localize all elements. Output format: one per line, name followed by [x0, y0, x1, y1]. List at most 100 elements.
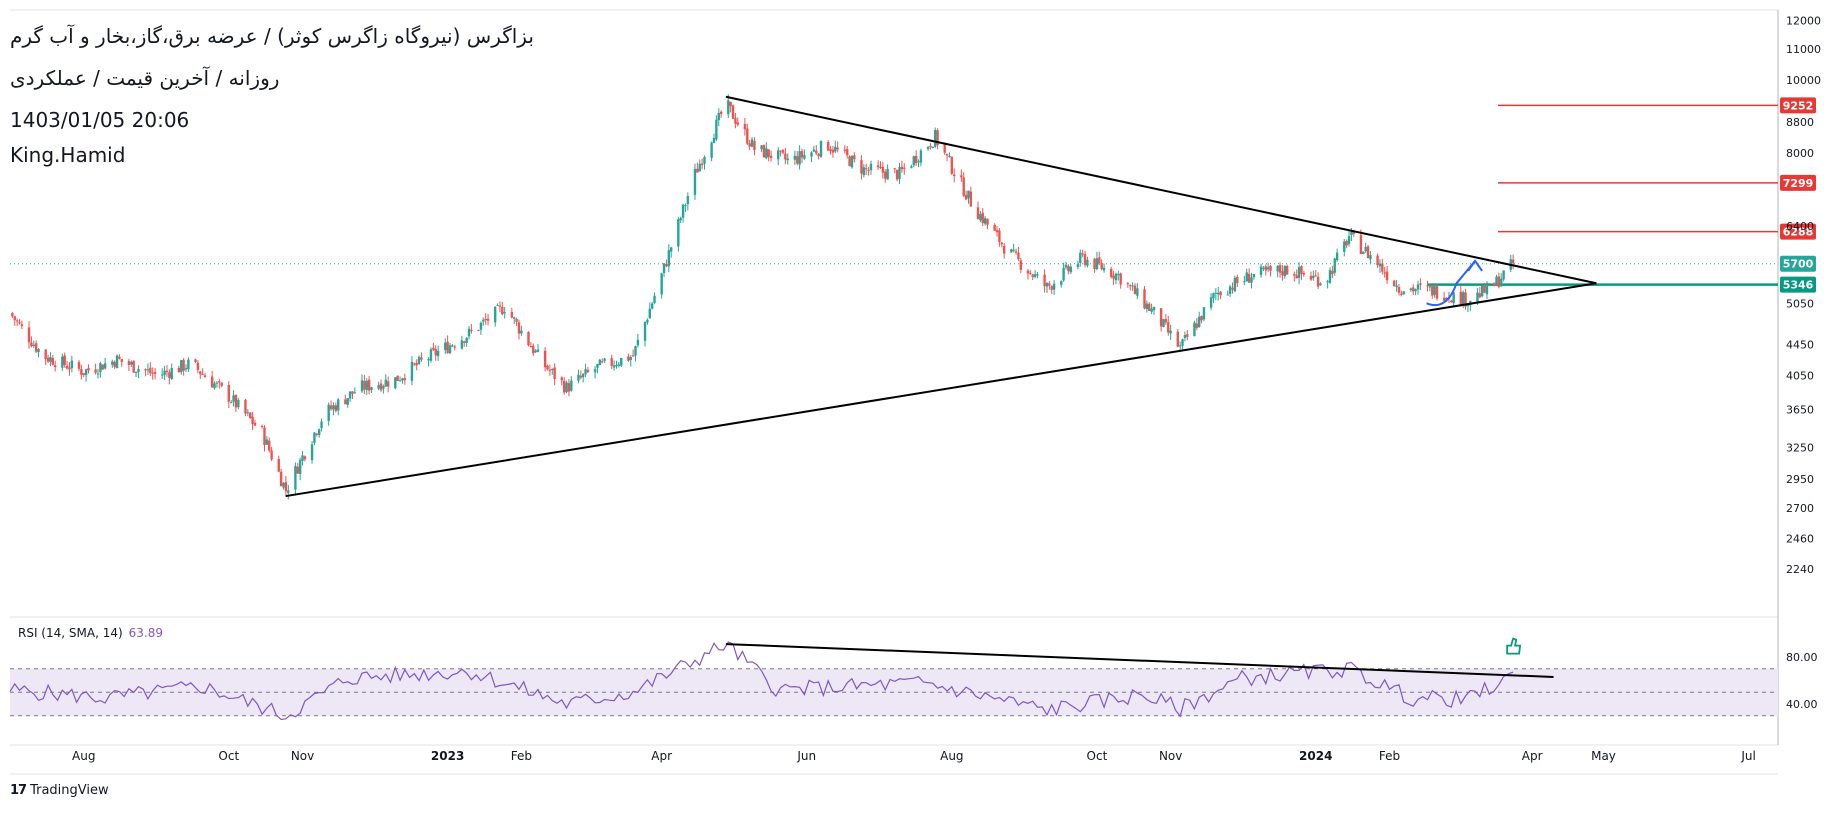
candle [926, 145, 930, 151]
candle [879, 161, 882, 169]
candle [1376, 253, 1379, 268]
time-tick-label: Aug [72, 749, 95, 763]
candle [18, 319, 21, 325]
candle [1164, 313, 1168, 325]
candle-body [451, 345, 454, 347]
candle-body [869, 163, 873, 171]
candle-body [303, 456, 307, 460]
candle-body [1083, 254, 1087, 265]
candle [448, 342, 452, 355]
candle [1067, 264, 1070, 275]
candle-body [727, 100, 730, 115]
candle [1012, 243, 1015, 253]
candle [812, 145, 816, 153]
candle-body [629, 356, 632, 361]
candle-body [1033, 274, 1037, 277]
candle [612, 360, 616, 371]
candle-body [529, 345, 533, 348]
candle-body [1143, 289, 1146, 309]
candle-body [798, 151, 801, 165]
candle-body [1426, 285, 1429, 287]
candle-body [253, 422, 257, 426]
candle [315, 432, 319, 437]
candle-body [803, 155, 806, 159]
candle [465, 337, 468, 347]
candle-body [1236, 276, 1239, 284]
candle [1333, 257, 1336, 276]
candle-body [1136, 288, 1139, 296]
level-label: 7299 [1783, 177, 1814, 190]
candle [11, 312, 14, 318]
candle [876, 160, 880, 170]
candle-body [876, 165, 880, 168]
candle [229, 400, 233, 404]
candle-body [1010, 249, 1013, 253]
candle [180, 360, 183, 375]
candle [415, 359, 418, 371]
candle-body [960, 175, 963, 178]
candle-body [244, 399, 247, 414]
rsi-legend[interactable]: RSI (14, SMA, 14) 63.89 [18, 626, 163, 640]
candle-body [860, 160, 863, 174]
candle [1362, 251, 1365, 255]
candle [660, 272, 663, 299]
candle-body [643, 322, 647, 341]
candle-body [68, 367, 71, 370]
candle-body [1114, 273, 1118, 281]
candle [1481, 284, 1484, 298]
candle-body [945, 154, 949, 156]
candle [360, 374, 364, 393]
candle-body [153, 372, 157, 374]
candle [1136, 283, 1139, 300]
candle-body [1109, 268, 1113, 277]
upper-trendline [725, 95, 1597, 285]
candle [1264, 264, 1267, 276]
candle [1314, 270, 1317, 277]
candle [1062, 262, 1065, 282]
candle [15, 318, 19, 327]
candle-body [1102, 267, 1106, 271]
tradingview-brand[interactable]: 17 TradingView [10, 783, 109, 798]
candle [170, 363, 173, 381]
candle [446, 335, 449, 354]
candle [560, 376, 563, 386]
candle-body [218, 381, 221, 383]
candle [1409, 287, 1413, 292]
candle-body [565, 382, 568, 393]
candle-body [1442, 297, 1446, 301]
candle-body [386, 381, 390, 387]
candle [313, 432, 316, 446]
candle [886, 164, 889, 180]
grid [10, 9, 1779, 775]
candle [1131, 282, 1134, 291]
candle-body [146, 369, 150, 371]
candle [1150, 303, 1153, 315]
candle [153, 367, 157, 380]
candle [631, 349, 635, 357]
candle [815, 145, 818, 156]
price-tick-label: 2240 [1786, 563, 1814, 576]
candle-body [1226, 294, 1229, 296]
candle-body [601, 361, 604, 363]
candle [363, 374, 366, 395]
candle-body [534, 350, 537, 353]
candle [501, 301, 504, 316]
time-tick-label: 2023 [431, 749, 464, 763]
candle [1511, 254, 1515, 270]
candle-body [976, 207, 980, 220]
candle [1217, 286, 1220, 301]
candle [1236, 274, 1239, 287]
candle-body [168, 372, 171, 378]
candle [520, 325, 523, 336]
candle-body [1048, 283, 1051, 286]
candle [410, 356, 414, 386]
candle [130, 360, 133, 367]
candle [548, 364, 552, 376]
candle-body [729, 101, 732, 107]
candle [848, 155, 851, 167]
candle-body [317, 429, 321, 436]
candle [553, 363, 556, 386]
candle-body [1131, 285, 1134, 287]
candle [365, 378, 368, 396]
candle [298, 457, 302, 481]
